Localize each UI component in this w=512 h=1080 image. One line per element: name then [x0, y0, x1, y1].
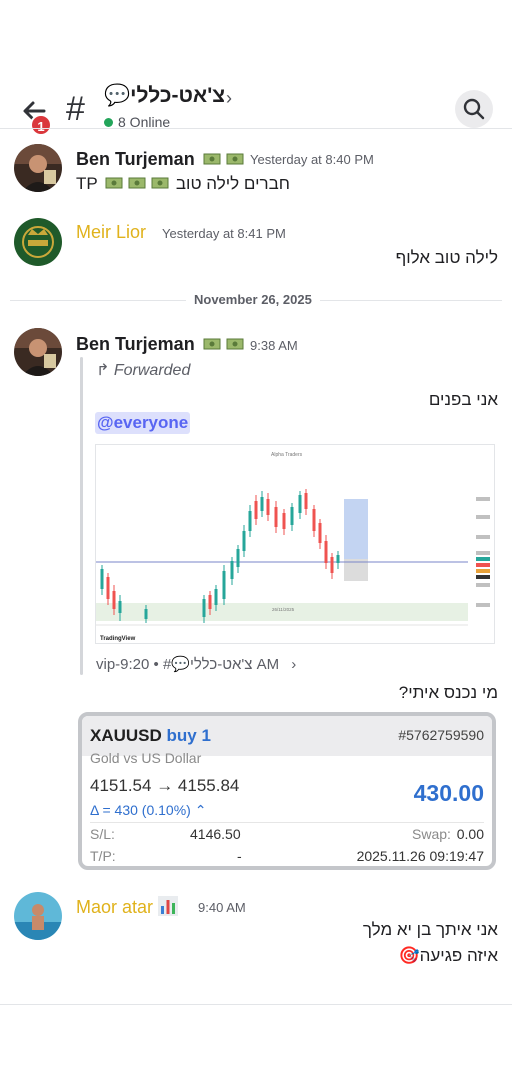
tp-text: TP [76, 174, 98, 193]
forward-bar [80, 357, 83, 675]
author-name[interactable]: Ben Turjeman [76, 149, 246, 170]
trade-time: 2025.11.26 09:19:47 [356, 848, 484, 864]
user-photo-icon [14, 892, 62, 940]
money-with-wings-icon [226, 153, 244, 165]
candlestick-chart-image: Alpha Traders 26/11/2025 TradingView [96, 445, 494, 643]
tp-value: - [237, 848, 242, 864]
chart-screenshot[interactable]: Alpha Traders 26/11/2025 TradingView [95, 444, 495, 644]
trade-divider [90, 822, 484, 823]
trade-description: Gold vs US Dollar [90, 750, 202, 766]
message-text: אני בפנים [428, 390, 498, 409]
message-timestamp: 9:40 AM [198, 900, 246, 915]
swap-value: 0.00 [456, 826, 484, 842]
message-text: לילה טוב אלוף [395, 248, 498, 267]
message-text: איזה פגיעה🎯 [398, 946, 498, 965]
logo-avatar-icon [14, 218, 62, 266]
money-with-wings-icon [203, 338, 221, 350]
money-with-wings-icon [128, 177, 146, 189]
header-divider [0, 128, 512, 129]
channel-name[interactable]: צ'אט-כללי💬 [104, 84, 225, 108]
message-text: TP חברים לילה טוב [76, 174, 290, 194]
message-timestamp: Yesterday at 8:41 PM [162, 226, 286, 241]
price-arrow: → [156, 776, 174, 795]
sl-label: S/L: [90, 826, 115, 842]
author-label: Maor atar [76, 897, 154, 917]
trade-symbol: XAUUSD buy 1 [90, 726, 211, 746]
money-with-wings-icon [203, 153, 221, 165]
money-with-wings-icon [226, 338, 244, 350]
chevron-right-icon[interactable]: › [226, 88, 232, 109]
author-name[interactable]: Maor atar [76, 896, 179, 918]
date-separator: November 26, 2025 [186, 292, 320, 307]
chevron-right-icon: › [291, 656, 297, 673]
hebrew-text: חברים לילה טוב [175, 174, 290, 193]
swap-label: Swap: [412, 826, 451, 842]
bottom-divider [0, 1004, 512, 1005]
channel-header: 1 # צ'אט-כללי💬 › 8 Online [0, 76, 512, 136]
author-label: Ben Turjeman [76, 334, 195, 354]
money-with-wings-icon [151, 177, 169, 189]
message-timestamp: 9:38 AM [250, 338, 298, 353]
avatar[interactable] [14, 328, 62, 376]
search-icon [463, 98, 485, 120]
trade-id: #5762759590 [398, 727, 484, 743]
trade-profit: 430.00 [413, 780, 484, 806]
forwarded-label: ↱ Forwarded [96, 360, 190, 380]
delta-text: Δ = 430 (0.10%) [90, 802, 191, 818]
forward-source-text: vip-צ'אט-כללי💬# • 9:20 AM [96, 656, 280, 673]
forwarded-text: Forwarded [113, 362, 191, 379]
trade-prices: 4151.54 → 4155.84 [90, 776, 239, 796]
author-label: Ben Turjeman [76, 149, 195, 169]
message-text: מי נכנס איתי? [398, 683, 498, 702]
avatar[interactable] [14, 892, 62, 940]
sl-value: 4146.50 [190, 826, 241, 842]
price-current: 4155.84 [177, 776, 240, 795]
user-photo-icon [14, 328, 62, 376]
trade-delta: Δ = 430 (0.10%) ⌃ [90, 802, 206, 819]
notification-badge: 1 [30, 114, 52, 136]
chevron-up-icon: ⌃ [194, 802, 207, 818]
chart-date-label: 26/11/2025 [272, 607, 295, 612]
trade-card-image[interactable]: XAUUSD buy 1 #5762759590 Gold vs US Doll… [78, 712, 496, 870]
chart-watermark: TradingView [100, 636, 136, 642]
everyone-mention[interactable]: @everyone [95, 412, 191, 434]
avatar[interactable] [14, 218, 62, 266]
trade-side: buy 1 [166, 726, 211, 745]
message-timestamp: Yesterday at 8:40 PM [250, 152, 374, 167]
message-text: אני איתך בן יא מלך [362, 920, 498, 939]
bar-chart-icon [158, 896, 179, 916]
tp-label: T/P: [90, 848, 116, 864]
user-photo-icon [14, 144, 62, 192]
forward-arrow-icon: ↱ [96, 362, 110, 379]
chart-title: Alpha Traders [271, 452, 303, 458]
search-button[interactable] [455, 90, 493, 128]
forward-source-link[interactable]: vip-צ'אט-כללי💬# • 9:20 AM › [96, 655, 296, 673]
author-name[interactable]: Ben Turjeman [76, 334, 246, 355]
online-dot-icon [104, 118, 113, 127]
channel-hash-icon: # [66, 90, 85, 128]
symbol-text: XAUUSD [90, 726, 162, 745]
avatar[interactable] [14, 144, 62, 192]
author-name[interactable]: Meir Lior [76, 222, 146, 243]
money-with-wings-icon [105, 177, 123, 189]
price-open: 4151.54 [90, 776, 152, 795]
